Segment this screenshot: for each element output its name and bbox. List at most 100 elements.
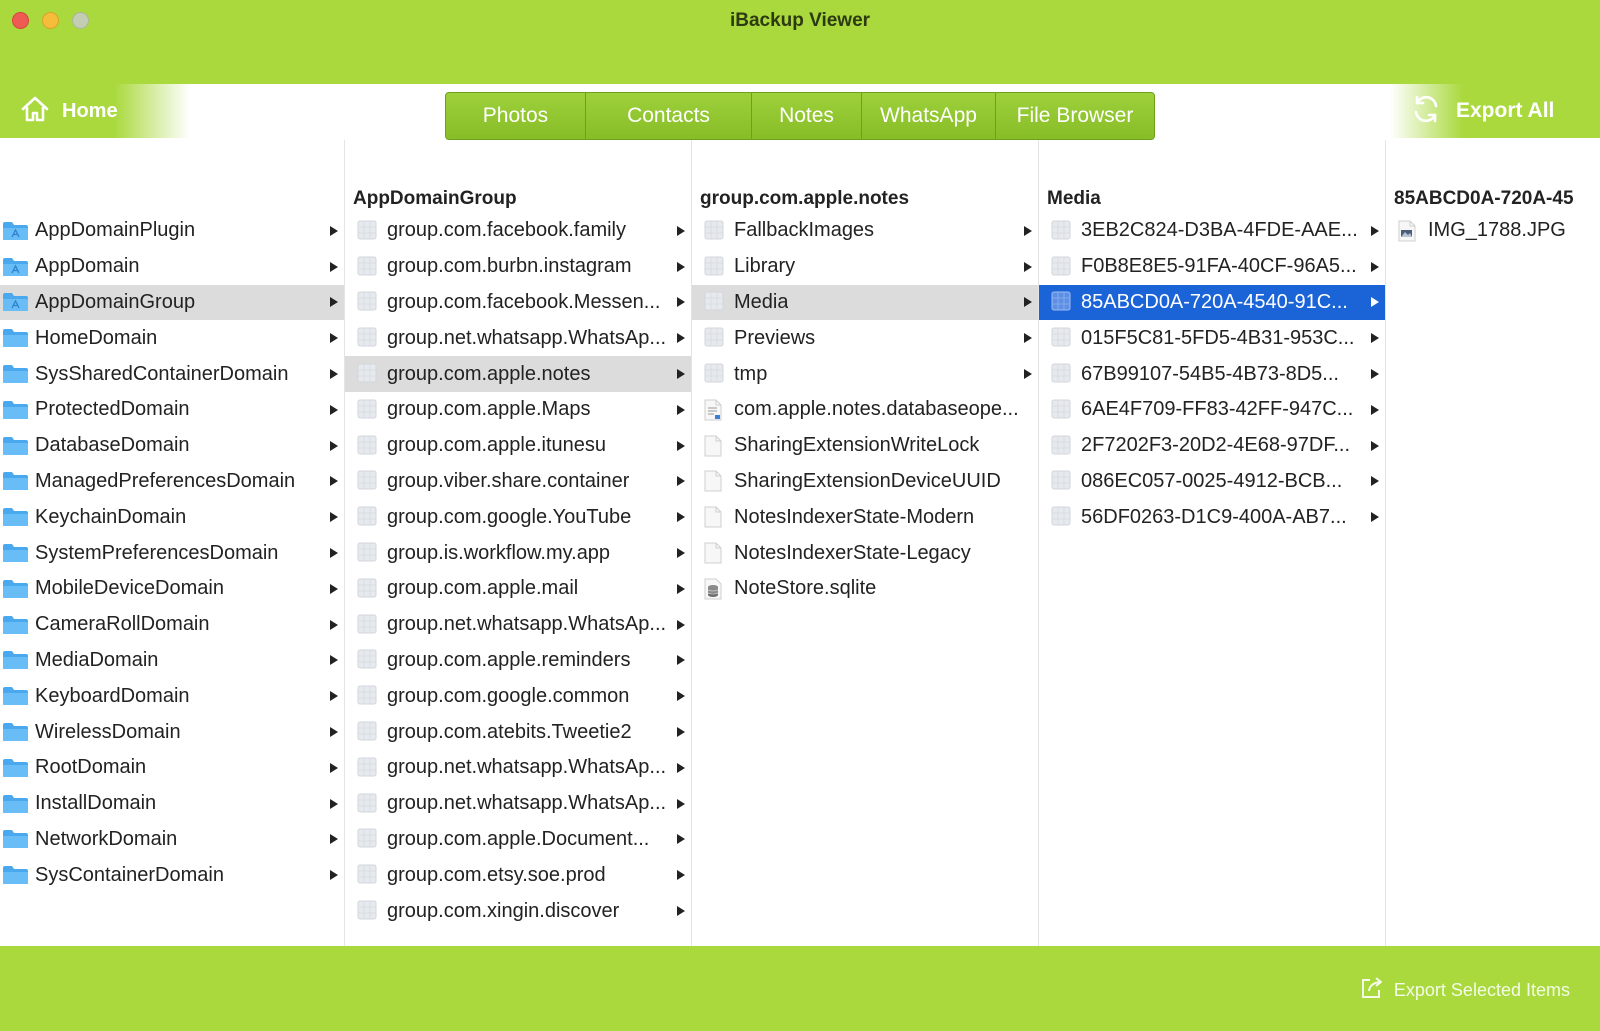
list-item[interactable]: group.com.apple.notes — [345, 356, 691, 392]
home-button[interactable]: Home — [0, 84, 190, 138]
expand-arrow-icon — [1024, 333, 1032, 344]
list-item[interactable]: group.com.google.YouTube — [345, 499, 691, 535]
list-item[interactable]: group.net.whatsapp.WhatsAp... — [345, 786, 691, 822]
list-item[interactable]: group.net.whatsapp.WhatsAp... — [345, 320, 691, 356]
list-item[interactable]: group.viber.share.container — [345, 464, 691, 500]
list-item[interactable]: group.com.etsy.soe.prod — [345, 857, 691, 893]
list-item[interactable]: group.com.apple.mail — [345, 571, 691, 607]
list-item[interactable]: Previews — [692, 320, 1038, 356]
expand-arrow-icon — [330, 655, 338, 666]
list-item[interactable]: group.com.apple.Maps — [345, 392, 691, 428]
list-item[interactable]: MediaDomain — [0, 643, 344, 679]
list-item[interactable]: group.com.xingin.discover — [345, 893, 691, 929]
media-column: Media 3EB2C824-D3BA-4FDE-AAE... F0B8E8E5-… — [1039, 140, 1386, 946]
item-label: Media — [734, 290, 789, 313]
list-item[interactable]: 086EC057-0025-4912-BCB... — [1039, 464, 1385, 500]
app-folder-icon — [2, 257, 29, 277]
list-item[interactable]: WirelessDomain — [0, 714, 344, 750]
item-label: group.com.apple.itunesu — [387, 434, 607, 457]
column-header: AppDomainGroup — [353, 188, 517, 209]
expand-arrow-icon — [330, 762, 338, 773]
list-item[interactable]: group.com.apple.reminders — [345, 643, 691, 679]
list-item[interactable]: NotesIndexerState-Modern — [692, 499, 1038, 535]
expand-arrow-icon — [677, 297, 685, 308]
list-item[interactable]: ProtectedDomain — [0, 392, 344, 428]
list-item[interactable]: SysSharedContainerDomain — [0, 356, 344, 392]
list-item[interactable]: group.com.facebook.family — [345, 213, 691, 249]
list-item[interactable]: ManagedPreferencesDomain — [0, 464, 344, 500]
list-item[interactable]: MobileDeviceDomain — [0, 571, 344, 607]
list-item[interactable]: tmp — [692, 356, 1038, 392]
list-item[interactable]: NotesIndexerState-Legacy — [692, 535, 1038, 571]
folder-icon — [2, 829, 29, 849]
list-item[interactable]: group.com.facebook.Messen... — [345, 285, 691, 321]
item-label: NotesIndexerState-Legacy — [734, 541, 971, 564]
list-item[interactable]: group.net.whatsapp.WhatsAp... — [345, 607, 691, 643]
item-label: tmp — [734, 362, 768, 385]
list-item[interactable]: SharingExtensionDeviceUUID — [692, 464, 1038, 500]
doc-icon — [704, 399, 724, 421]
list-item[interactable]: group.com.atebits.Tweetie2 — [345, 714, 691, 750]
tab-file-browser[interactable]: File Browser — [996, 93, 1154, 139]
list-item[interactable]: com.apple.notes.databaseope... — [692, 392, 1038, 428]
folder-icon — [1051, 220, 1071, 242]
tab-contacts[interactable]: Contacts — [586, 93, 752, 139]
list-item[interactable]: SystemPreferencesDomain — [0, 535, 344, 571]
list-item[interactable]: group.net.whatsapp.WhatsAp... — [345, 750, 691, 786]
folder-icon — [357, 399, 377, 421]
list-item[interactable]: FallbackImages — [692, 213, 1038, 249]
expand-arrow-icon — [677, 655, 685, 666]
expand-arrow-icon — [677, 619, 685, 630]
expand-arrow-icon — [1371, 512, 1379, 523]
folder-icon — [2, 471, 29, 491]
folder-icon — [2, 722, 29, 742]
tab-whatsapp[interactable]: WhatsApp — [862, 93, 996, 139]
folder-icon — [357, 649, 377, 671]
list-item[interactable]: group.com.burbn.instagram — [345, 249, 691, 285]
list-item[interactable]: NetworkDomain — [0, 822, 344, 858]
export-selected-button[interactable]: Export Selected Items — [1360, 976, 1570, 1005]
file-browser: AppDomainPlugin AppDomain AppDomainGroup Ho… — [0, 140, 1600, 946]
list-item[interactable]: SharingExtensionWriteLock — [692, 428, 1038, 464]
list-item[interactable]: 015F5C81-5FD5-4B31-953C... — [1039, 320, 1385, 356]
expand-arrow-icon — [1371, 440, 1379, 451]
list-item[interactable]: 2F7202F3-20D2-4E68-97DF... — [1039, 428, 1385, 464]
list-item[interactable]: 85ABCD0A-720A-4540-91C... — [1039, 284, 1385, 321]
list-item[interactable]: InstallDomain — [0, 786, 344, 822]
expand-arrow-icon — [677, 906, 685, 917]
list-item[interactable]: SysContainerDomain — [0, 857, 344, 893]
list-item[interactable]: group.is.workflow.my.app — [345, 535, 691, 571]
list-item[interactable]: 56DF0263-D1C9-400A-AB7... — [1039, 499, 1385, 535]
tab-notes[interactable]: Notes — [752, 93, 862, 139]
list-item[interactable]: IMG_1788.JPG — [1386, 213, 1600, 249]
list-item[interactable]: 3EB2C824-D3BA-4FDE-AAE... — [1039, 213, 1385, 249]
list-item[interactable]: Media — [692, 284, 1038, 321]
list-item[interactable]: KeyboardDomain — [0, 678, 344, 714]
list-item[interactable]: AppDomainGroup — [0, 284, 344, 321]
list-item[interactable]: group.com.apple.itunesu — [345, 428, 691, 464]
list-item[interactable]: HomeDomain — [0, 320, 344, 356]
list-item[interactable]: KeychainDomain — [0, 499, 344, 535]
list-item[interactable]: AppDomainPlugin — [0, 213, 344, 249]
folder-icon — [1051, 256, 1071, 278]
list-item[interactable]: AppDomain — [0, 249, 344, 285]
folder-icon — [2, 364, 29, 384]
list-item[interactable]: 67B99107-54B5-4B73-8D5... — [1039, 356, 1385, 392]
export-icon — [1360, 976, 1384, 1005]
export-all-button[interactable]: Export All — [1390, 84, 1600, 138]
folder-icon — [357, 506, 377, 528]
list-item[interactable]: 6AE4F709-FF83-42FF-947C... — [1039, 392, 1385, 428]
folder-icon — [357, 578, 377, 600]
list-item[interactable]: Library — [692, 249, 1038, 285]
item-label: 67B99107-54B5-4B73-8D5... — [1081, 362, 1339, 385]
list-item[interactable]: NoteStore.sqlite — [692, 571, 1038, 607]
home-label: Home — [62, 99, 118, 122]
list-item[interactable]: group.com.apple.Document... — [345, 822, 691, 858]
list-item[interactable]: RootDomain — [0, 750, 344, 786]
tab-photos[interactable]: Photos — [446, 93, 586, 139]
list-item[interactable]: DatabaseDomain — [0, 428, 344, 464]
list-item[interactable]: group.com.google.common — [345, 678, 691, 714]
list-item[interactable]: CameraRollDomain — [0, 607, 344, 643]
list-item[interactable]: F0B8E8E5-91FA-40CF-96A5... — [1039, 249, 1385, 285]
folder-icon — [357, 435, 377, 457]
